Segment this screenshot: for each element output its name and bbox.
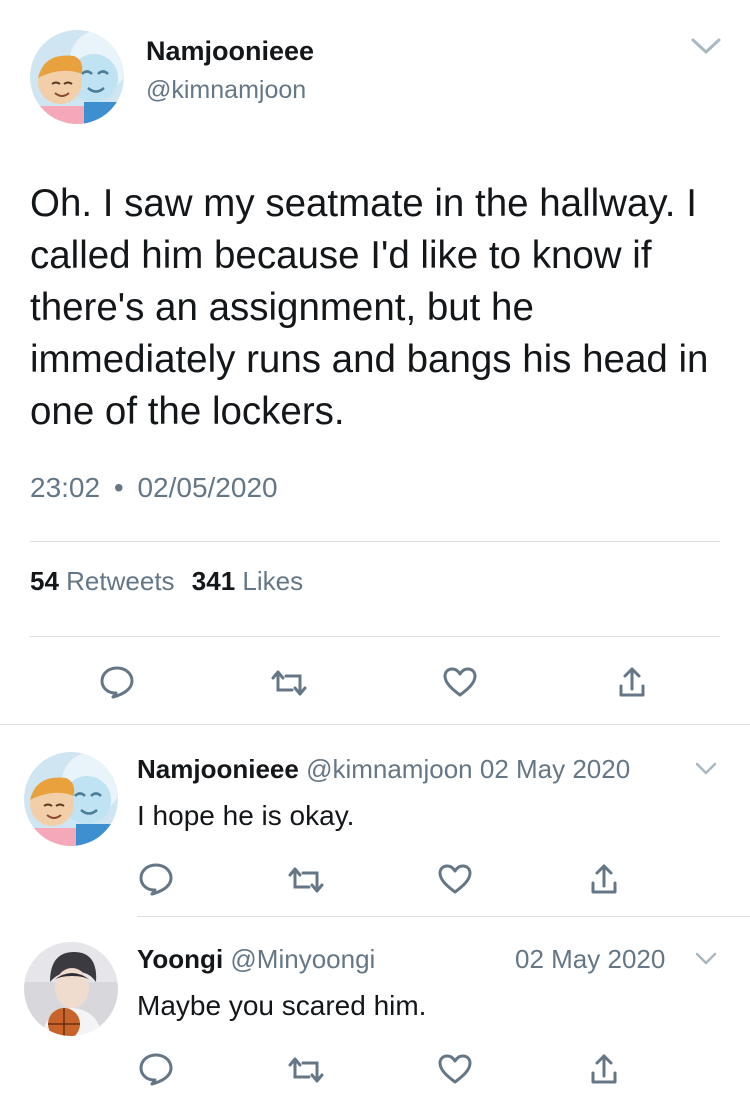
- display-name[interactable]: Namjoonieee: [137, 754, 299, 784]
- reply-button[interactable]: [138, 862, 174, 896]
- share-button[interactable]: [590, 862, 618, 896]
- retweet-icon: [288, 867, 324, 893]
- share-button[interactable]: [618, 665, 646, 699]
- share-button[interactable]: [590, 1052, 618, 1086]
- handle[interactable]: @kimnamjoon: [146, 76, 306, 105]
- retweet-icon: [271, 670, 307, 696]
- share-icon: [619, 667, 645, 697]
- divider: [137, 916, 750, 917]
- heart-icon: [438, 864, 472, 894]
- reply-date: 02 May 2020: [515, 944, 666, 974]
- like-label: Likes: [242, 566, 304, 596]
- tweet-date: 02/05/2020: [137, 472, 278, 503]
- speech-bubble-icon: [139, 1053, 173, 1086]
- like-button[interactable]: [437, 863, 473, 895]
- engagement-stats: 54 Retweets 341 Likes: [30, 566, 303, 597]
- retweet-button[interactable]: [270, 668, 308, 698]
- retweet-button[interactable]: [287, 865, 325, 895]
- retweet-button[interactable]: [287, 1055, 325, 1085]
- share-icon: [591, 1054, 617, 1084]
- retweet-count: 54: [30, 566, 59, 596]
- retweet-label: Retweets: [66, 566, 175, 596]
- chevron-down-icon[interactable]: [690, 36, 722, 56]
- display-name[interactable]: Namjoonieee: [146, 36, 314, 67]
- divider: [30, 636, 720, 637]
- heart-icon: [438, 1054, 472, 1084]
- timestamp-separator: •: [113, 472, 124, 503]
- chevron-down-icon[interactable]: [694, 951, 718, 967]
- avatar[interactable]: [24, 752, 118, 846]
- retweet-icon: [288, 1057, 324, 1083]
- divider: [0, 724, 750, 725]
- tweet-text: Oh. I saw my seatmate in the hallway. I …: [30, 182, 709, 433]
- reply-header: Yoongi @Minyoongi: [137, 944, 375, 975]
- avatar[interactable]: [24, 942, 118, 1036]
- heart-icon: [443, 667, 477, 697]
- reply-header: Namjoonieee @kimnamjoon 02 May 2020: [137, 754, 630, 785]
- like-button[interactable]: [442, 666, 478, 698]
- like-button[interactable]: [437, 1053, 473, 1085]
- handle[interactable]: @kimnamjoon: [306, 754, 473, 784]
- avatar[interactable]: [30, 30, 124, 124]
- speech-bubble-icon: [139, 863, 173, 896]
- speech-bubble-icon: [100, 666, 134, 699]
- handle[interactable]: @Minyoongi: [230, 944, 375, 974]
- reply-button[interactable]: [138, 1052, 174, 1086]
- timestamp: 23:02 • 02/05/2020: [30, 472, 278, 504]
- like-count: 341: [191, 566, 236, 596]
- reply-button[interactable]: [99, 665, 135, 699]
- reply-text: I hope he is okay.: [137, 800, 355, 831]
- reply-text: Maybe you scared him.: [137, 990, 427, 1021]
- chevron-down-icon[interactable]: [694, 761, 718, 777]
- reply-date: 02 May 2020: [479, 754, 631, 784]
- share-icon: [591, 864, 617, 894]
- display-name[interactable]: Yoongi: [137, 944, 223, 974]
- divider: [30, 541, 720, 542]
- like-count-link[interactable]: 341 Likes: [192, 566, 303, 596]
- retweet-count-link[interactable]: 54 Retweets: [30, 566, 182, 596]
- tweet-time: 23:02: [30, 472, 101, 503]
